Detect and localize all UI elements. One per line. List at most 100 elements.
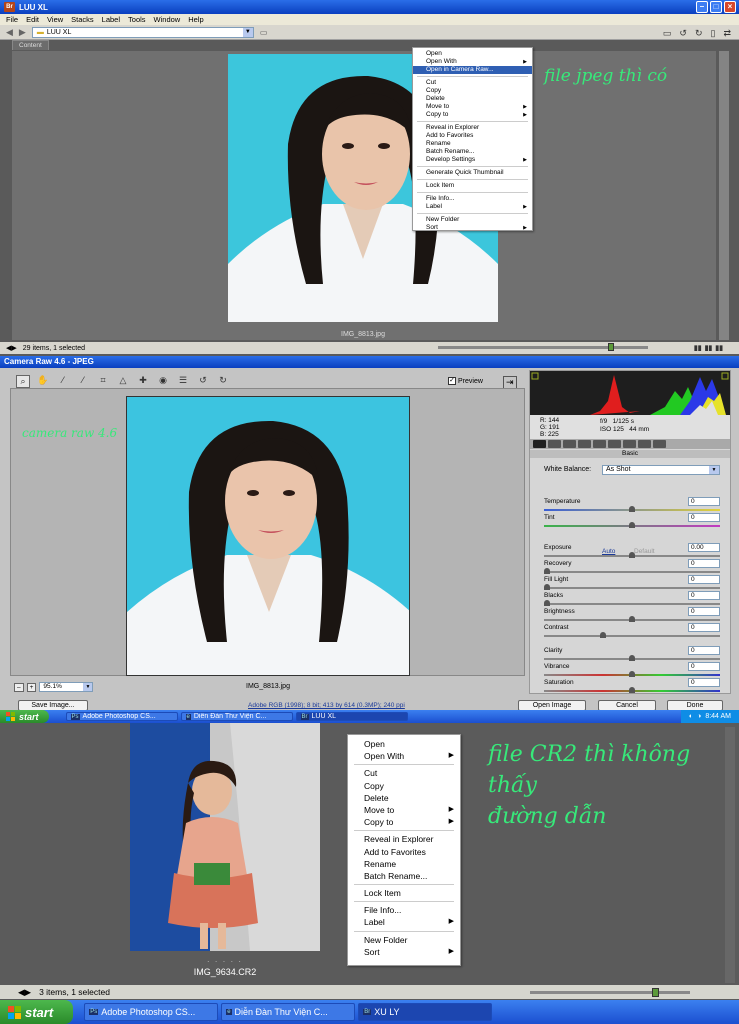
recent-folders-icon[interactable]: ▭ — [260, 28, 268, 37]
menu-item-label[interactable]: Label ▶ — [413, 203, 532, 211]
taskbar-button[interactable]: Ps Adobe Photoshop CS... — [84, 1002, 219, 1022]
zoom-out-button[interactable]: – — [14, 682, 24, 692]
view-thumbnails-icon[interactable]: ▮▮ — [694, 344, 702, 352]
minimize-button[interactable]: – — [696, 1, 708, 13]
menu-edit[interactable]: Edit — [26, 15, 39, 24]
tab-presets-icon[interactable] — [638, 440, 651, 448]
thumbnail-cr2[interactable] — [130, 723, 320, 951]
slider-thumb[interactable] — [629, 671, 635, 677]
menu-item-lock-item[interactable]: Lock Item — [413, 182, 532, 190]
color-sampler-icon[interactable]: ⁄ — [76, 375, 90, 388]
preview-checkbox[interactable]: ✓ Preview — [448, 377, 483, 385]
start-button[interactable]: start — [0, 710, 49, 723]
menu-item-sort[interactable]: Sort ▶ — [348, 946, 460, 958]
control-value-input[interactable]: 0 — [688, 513, 720, 522]
crop-tool-icon[interactable]: ⌗ — [96, 375, 110, 388]
menu-item-new-folder[interactable]: New Folder — [348, 934, 460, 946]
menu-item-open-with[interactable]: Open With ▶ — [413, 58, 532, 66]
tab-detail-icon[interactable] — [563, 440, 576, 448]
zoom-in-button[interactable]: + — [26, 682, 37, 692]
chevron-down-icon[interactable]: ▼ — [709, 466, 719, 474]
menu-item-copy[interactable]: Copy — [413, 87, 532, 95]
tab-basic-icon[interactable] — [533, 440, 546, 448]
menu-stacks[interactable]: Stacks — [71, 15, 94, 24]
menu-item-delete[interactable]: Delete — [413, 95, 532, 103]
menu-item-generate-quick-thumbnail[interactable]: Generate Quick Thumbnail — [413, 169, 532, 177]
slider-track[interactable] — [544, 587, 720, 589]
control-value-input[interactable]: 0 — [688, 591, 720, 600]
workspace-icon[interactable]: ⇄ — [723, 28, 731, 39]
control-value-input[interactable]: 0 — [688, 623, 720, 632]
tray-icon[interactable]: ◐ — [689, 713, 693, 720]
tab-camera-calibration-icon[interactable] — [623, 440, 636, 448]
white-balance-select[interactable]: As Shot ▼ — [602, 465, 720, 475]
menu-item-add-to-favorites[interactable]: Add to Favorites — [413, 132, 532, 140]
menu-item-new-folder[interactable]: New Folder — [413, 216, 532, 224]
menu-item-develop-settings[interactable]: Develop Settings ▶ — [413, 156, 532, 164]
menu-item-file-info[interactable]: File Info... — [413, 195, 532, 203]
slider-track[interactable] — [544, 603, 720, 605]
checkbox-checked-icon[interactable]: ✓ — [448, 377, 456, 385]
slider-thumb[interactable] — [629, 522, 635, 528]
menu-item-file-info[interactable]: File Info... — [348, 904, 460, 916]
menu-item-open-in-camera-raw[interactable]: Open in Camera Raw... — [413, 66, 532, 74]
menu-item-open[interactable]: Open — [348, 738, 460, 750]
menu-window[interactable]: Window — [154, 15, 181, 24]
menu-file[interactable]: File — [6, 15, 18, 24]
preferences-icon[interactable]: ☰ — [176, 375, 190, 388]
slider-thumb[interactable] — [544, 584, 550, 590]
taskbar-button[interactable]: Br LUU XL — [295, 711, 408, 722]
default-link[interactable]: Default — [634, 548, 655, 555]
rotate-left-icon[interactable]: ↺ — [679, 28, 687, 39]
hand-tool-icon[interactable]: ✋ — [36, 375, 50, 388]
tab-lens-icon[interactable] — [608, 440, 621, 448]
menu-item-open[interactable]: Open — [413, 50, 532, 58]
taskbar-button[interactable]: e Diễn Đàn Thư Viện C... — [180, 711, 293, 722]
slider-track[interactable] — [544, 635, 720, 637]
tab-tone-curve-icon[interactable] — [548, 440, 561, 448]
menu-item-add-to-favorites[interactable]: Add to Favorites — [348, 846, 460, 858]
menu-item-reveal-in-explorer[interactable]: Reveal in Explorer — [348, 833, 460, 845]
taskbar-button[interactable]: e Diễn Đàn Thư Viện C... — [221, 1002, 356, 1022]
red-eye-tool-icon[interactable]: ◉ — [156, 375, 170, 388]
menu-item-rename[interactable]: Rename — [413, 140, 532, 148]
back-arrow-icon[interactable]: ◀ — [6, 27, 13, 38]
tray-icon[interactable]: ◑ — [697, 713, 701, 720]
forward-arrow-icon[interactable]: ▶ — [19, 27, 26, 38]
menu-item-open-with[interactable]: Open With ▶ — [348, 750, 460, 762]
tab-content[interactable]: Content — [12, 40, 49, 50]
tab-snapshots-icon[interactable] — [653, 440, 666, 448]
menu-item-rename[interactable]: Rename — [348, 858, 460, 870]
rotate-cw-icon[interactable]: ↻ — [216, 375, 230, 388]
slider-thumb[interactable] — [629, 506, 635, 512]
slider-thumb[interactable] — [629, 687, 635, 693]
straighten-tool-icon[interactable]: △ — [116, 375, 130, 388]
slider-thumb[interactable] — [544, 568, 550, 574]
menu-item-reveal-in-explorer[interactable]: Reveal in Explorer — [413, 124, 532, 132]
control-value-input[interactable]: 0.00 — [688, 543, 720, 552]
slider-knob[interactable] — [608, 343, 614, 351]
menu-view[interactable]: View — [47, 15, 63, 24]
panel-toggle-icon[interactable]: ◀▶ — [18, 987, 31, 998]
trash-icon[interactable]: ▯ — [711, 28, 716, 39]
taskbar-button[interactable]: Br XU LY — [358, 1002, 493, 1022]
control-value-input[interactable]: 0 — [688, 559, 720, 568]
menu-item-label[interactable]: Label ▶ — [348, 916, 460, 928]
menu-item-copy[interactable]: Copy — [348, 780, 460, 792]
menu-item-copy-to[interactable]: Copy to ▶ — [348, 816, 460, 828]
menu-help[interactable]: Help — [188, 15, 203, 24]
control-value-input[interactable]: 0 — [688, 575, 720, 584]
start-button[interactable]: start — [0, 1000, 74, 1024]
rating-dots[interactable]: . . . . . — [130, 957, 320, 964]
menu-label[interactable]: Label — [102, 15, 120, 24]
slider-track[interactable] — [544, 571, 720, 573]
chevron-down-icon[interactable]: ▼ — [83, 683, 93, 691]
control-value-input[interactable]: 0 — [688, 662, 720, 671]
menu-item-lock-item[interactable]: Lock Item — [348, 887, 460, 899]
content-scrollbar[interactable] — [719, 51, 729, 340]
control-value-input[interactable]: 0 — [688, 497, 720, 506]
slider-knob[interactable] — [652, 988, 659, 997]
tab-hsl-icon[interactable] — [578, 440, 591, 448]
taskbar-button[interactable]: Ps Adobe Photoshop CS... — [65, 711, 178, 722]
slider-thumb[interactable] — [544, 600, 550, 606]
